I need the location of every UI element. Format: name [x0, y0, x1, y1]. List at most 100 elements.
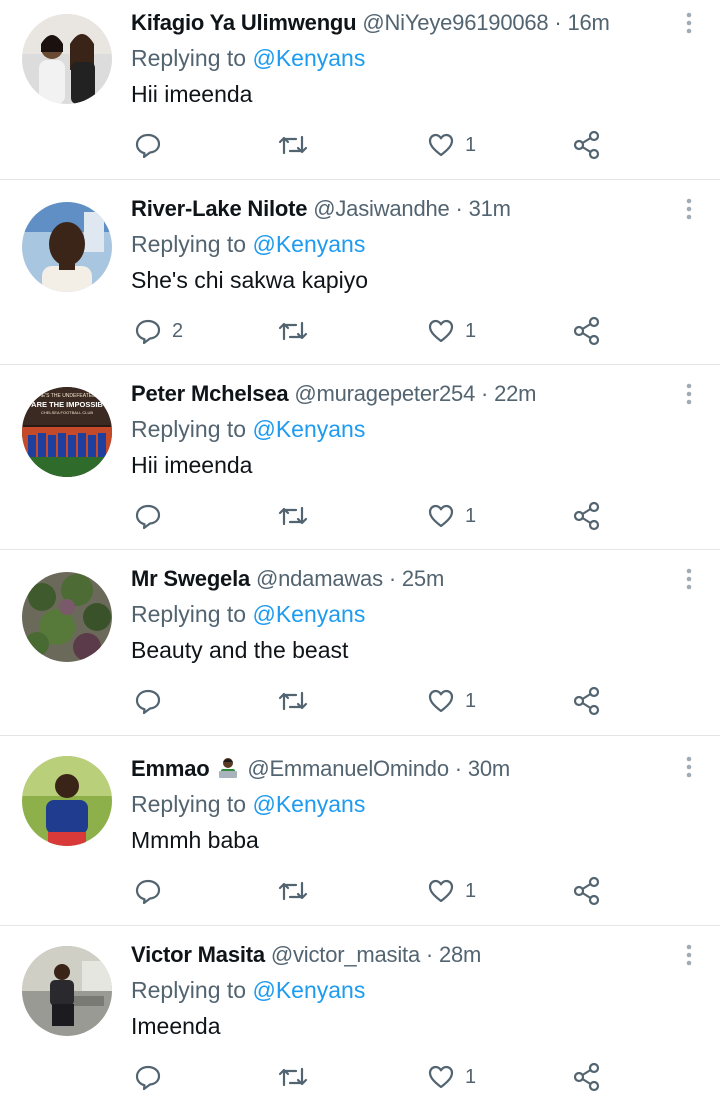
avatar[interactable] — [22, 202, 112, 292]
more-options-icon[interactable] — [684, 756, 694, 780]
two-women-photo — [22, 14, 112, 104]
retweet-button[interactable] — [277, 500, 309, 532]
display-name[interactable]: Peter Mchelsea — [131, 381, 289, 406]
avatar-caption-line: ARE THE IMPOSSIB — [31, 400, 103, 409]
timestamp[interactable]: 28m — [439, 942, 481, 967]
user-handle[interactable]: @ndamawas — [256, 566, 383, 591]
user-handle[interactable]: @Jasiwandhe — [313, 196, 450, 221]
timestamp[interactable]: 22m — [494, 381, 536, 406]
mention-link[interactable]: @Kenyans — [252, 45, 365, 71]
separator-dot: · — [455, 196, 463, 221]
tweet-text: Imeenda — [131, 1013, 221, 1039]
man-blue-shirt-photo — [22, 756, 112, 846]
replying-to: Replying to @Kenyans — [131, 975, 670, 1005]
replying-to: Replying to @Kenyans — [131, 599, 670, 629]
share-icon — [573, 1062, 600, 1092]
replying-to-label: Replying to — [131, 45, 247, 71]
display-name[interactable]: Emmao — [131, 756, 210, 781]
tweet[interactable]: HE'S THE UNDEFEATED ARE THE IMPOSSIB CHE… — [0, 365, 720, 550]
share-button[interactable] — [572, 129, 602, 161]
reply-count: 2 — [172, 319, 184, 342]
more-options-icon[interactable] — [684, 198, 694, 222]
like-button[interactable]: 1 — [427, 1061, 476, 1093]
reply-button[interactable]: 2 — [134, 315, 183, 347]
tweet-header: Emmao @EmmanuelOmindo · 30m — [131, 756, 670, 782]
more-options-icon[interactable] — [684, 944, 694, 968]
retweet-button[interactable] — [277, 1061, 309, 1093]
more-options-icon[interactable] — [684, 568, 694, 592]
retweet-button[interactable] — [277, 129, 309, 161]
share-icon — [573, 130, 600, 160]
reply-icon — [135, 319, 161, 345]
mention-link[interactable]: @Kenyans — [252, 791, 365, 817]
tweet-header: Peter Mchelsea @muragepeter254 · 22m — [131, 381, 670, 407]
share-button[interactable] — [572, 685, 602, 717]
user-handle[interactable]: @NiYeye96190068 — [362, 10, 548, 35]
avatar[interactable] — [22, 756, 112, 846]
tweet-actions: 1 — [0, 129, 720, 161]
retweet-icon — [278, 321, 308, 341]
replying-to-label: Replying to — [131, 601, 247, 627]
reply-button[interactable] — [134, 685, 172, 717]
tweet[interactable]: Victor Masita @victor_masita · 28m Reply… — [0, 926, 720, 1093]
display-name[interactable]: Kifagio Ya Ulimwengu — [131, 10, 357, 35]
mention-link[interactable]: @Kenyans — [252, 977, 365, 1003]
separator-dot: · — [481, 381, 489, 406]
mention-link[interactable]: @Kenyans — [252, 416, 365, 442]
separator-dot: · — [454, 756, 462, 781]
avatar[interactable] — [22, 572, 112, 662]
mention-link[interactable]: @Kenyans — [252, 231, 365, 257]
retweet-button[interactable] — [277, 685, 309, 717]
tweet[interactable]: Mr Swegela @ndamawas · 25m Replying to @… — [0, 550, 720, 736]
display-name[interactable]: Victor Masita — [131, 942, 265, 967]
more-options-icon[interactable] — [684, 12, 694, 36]
tweet-text: Hii imeenda — [131, 452, 253, 478]
reply-button[interactable] — [134, 1061, 172, 1093]
separator-dot: · — [388, 566, 396, 591]
like-button[interactable]: 1 — [427, 500, 476, 532]
like-button[interactable]: 1 — [427, 685, 476, 717]
heart-icon — [428, 319, 454, 343]
timestamp[interactable]: 25m — [402, 566, 444, 591]
display-name[interactable]: Mr Swegela — [131, 566, 250, 591]
avatar[interactable]: HE'S THE UNDEFEATED ARE THE IMPOSSIB CHE… — [22, 387, 112, 477]
share-button[interactable] — [572, 315, 602, 347]
timestamp[interactable]: 31m — [469, 196, 511, 221]
user-handle[interactable]: @muragepeter254 — [294, 381, 475, 406]
reply-button[interactable] — [134, 875, 172, 907]
timestamp[interactable]: 16m — [567, 10, 609, 35]
like-count: 1 — [465, 504, 477, 527]
tweet[interactable]: Emmao @EmmanuelOmindo · 30m Replying to … — [0, 736, 720, 926]
display-name[interactable]: River-Lake Nilote — [131, 196, 308, 221]
more-options-icon[interactable] — [684, 383, 694, 407]
replying-to-label: Replying to — [131, 791, 247, 817]
timestamp[interactable]: 30m — [468, 756, 510, 781]
reply-button[interactable] — [134, 500, 172, 532]
share-button[interactable] — [572, 1061, 602, 1093]
like-button[interactable]: 1 — [427, 129, 476, 161]
tweet[interactable]: Kifagio Ya Ulimwengu @NiYeye96190068 · 1… — [0, 0, 720, 180]
heart-icon — [428, 1065, 454, 1089]
reply-icon — [135, 504, 161, 530]
share-icon — [573, 876, 600, 906]
like-button[interactable]: 1 — [427, 875, 476, 907]
user-handle[interactable]: @EmmanuelOmindo — [247, 756, 449, 781]
tweet-actions: 1 — [0, 500, 720, 532]
avatar[interactable] — [22, 946, 112, 1036]
share-icon — [573, 686, 600, 716]
like-count: 1 — [465, 133, 477, 156]
retweet-icon — [278, 1067, 308, 1087]
share-button[interactable] — [572, 875, 602, 907]
mention-link[interactable]: @Kenyans — [252, 601, 365, 627]
avatar[interactable] — [22, 14, 112, 104]
reply-icon — [135, 133, 161, 159]
retweet-button[interactable] — [277, 315, 309, 347]
user-handle[interactable]: @victor_masita — [271, 942, 420, 967]
retweet-button[interactable] — [277, 875, 309, 907]
tweet-header: Kifagio Ya Ulimwengu @NiYeye96190068 · 1… — [131, 10, 670, 36]
tweet-actions: 1 — [0, 685, 720, 717]
like-button[interactable]: 1 — [427, 315, 476, 347]
share-button[interactable] — [572, 500, 602, 532]
tweet[interactable]: River-Lake Nilote @Jasiwandhe · 31m Repl… — [0, 180, 720, 365]
reply-button[interactable] — [134, 129, 172, 161]
